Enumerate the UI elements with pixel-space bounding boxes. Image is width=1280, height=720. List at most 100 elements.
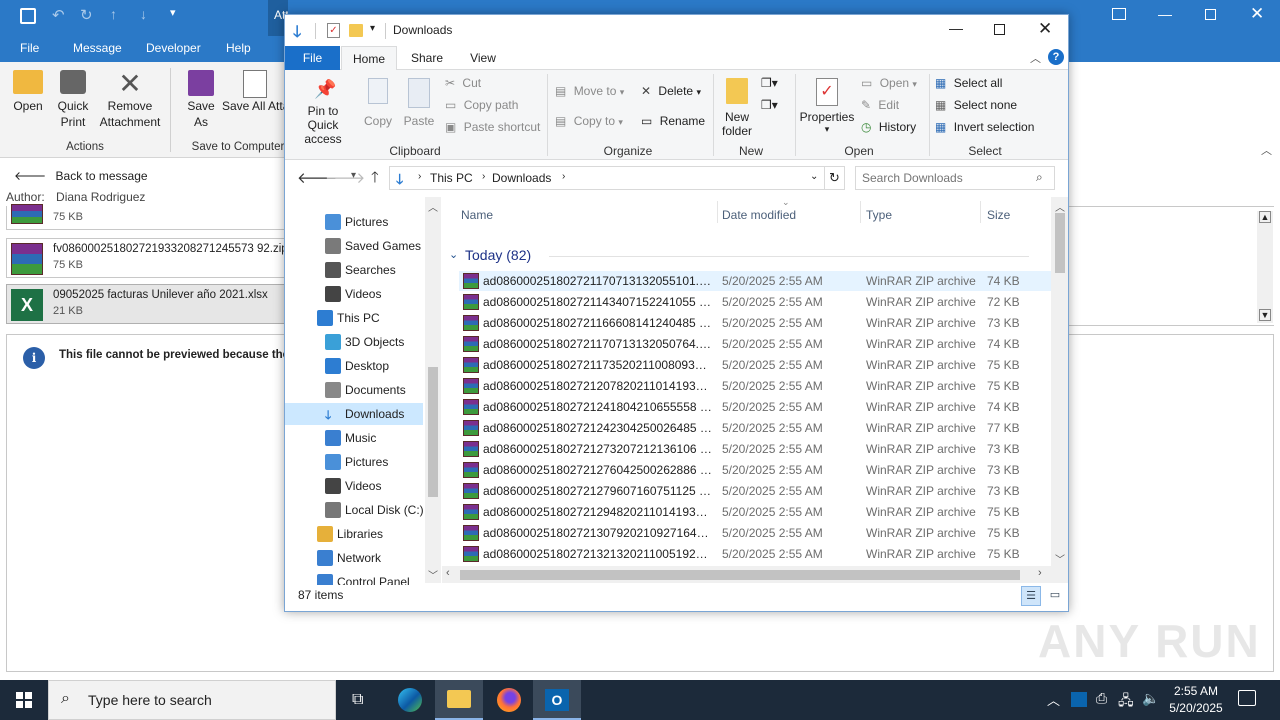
properties-check-icon[interactable]: ✓ [327, 23, 340, 38]
group-header[interactable]: ⌄ Today (82) [449, 246, 1029, 266]
file-row[interactable]: ad086000251802721241804210655558 57.zip 5… [459, 397, 1056, 417]
new-folder-button[interactable]: New folder [717, 78, 757, 138]
file-row[interactable]: ad086000251802721143407152241055 28.zip 5… [459, 292, 1056, 312]
nav-item-documents[interactable]: Documents [285, 379, 425, 401]
quick-print-button[interactable]: Quick Print [52, 70, 94, 130]
collapse-ribbon-icon[interactable]: ︿ [1261, 142, 1272, 158]
scroll-thumb[interactable] [428, 367, 438, 497]
file-row[interactable]: ad086000251802721166608141240485 82.zip 5… [459, 313, 1056, 333]
close-icon[interactable]: ✕ [1250, 4, 1264, 24]
rename-button[interactable]: ▭ Rename [641, 114, 705, 128]
nav-item-music[interactable]: Music [285, 427, 425, 449]
up-icon[interactable]: ↑ [110, 6, 117, 22]
nav-item-searches[interactable]: Searches [285, 259, 425, 281]
down-icon[interactable]: ↓ [140, 6, 147, 22]
file-row[interactable]: ad0860002518027212948202110141930557... 5… [459, 502, 1056, 522]
clock[interactable]: 2:55 AM 5/20/2025 [1164, 683, 1228, 717]
firefox-button[interactable] [484, 680, 532, 720]
customize-icon[interactable]: ▾ [170, 6, 176, 19]
column-name[interactable]: Name [461, 208, 493, 222]
nav-item-saved-games[interactable]: Saved Games [285, 235, 425, 257]
scroll-right-icon[interactable]: › [1038, 567, 1042, 579]
file-row[interactable]: ad0860002518027211735202110080936279... 5… [459, 355, 1056, 375]
outlook-tray-icon[interactable] [1071, 692, 1087, 707]
nav-item-videos[interactable]: Videos [285, 283, 425, 305]
paste-shortcut-button[interactable]: ▣ Paste shortcut [445, 120, 540, 134]
new-folder-small-icon[interactable] [349, 24, 363, 37]
file-row[interactable]: ad0860002518027213079202109271641118... 5… [459, 523, 1056, 543]
remove-attachment-button[interactable]: ✕ Remove Attachment [96, 70, 164, 130]
nav-item-local-disk-c[interactable]: Local Disk (C:) [285, 499, 425, 521]
delete-button[interactable]: ✕ Delete ▾ [641, 84, 701, 98]
help-icon[interactable]: ? [1048, 49, 1064, 65]
volume-icon[interactable]: 🔈 [1142, 690, 1159, 707]
recent-locations-icon[interactable]: ▾ [351, 170, 356, 181]
task-view-button[interactable]: ⧉ [336, 680, 384, 720]
nav-item-pictures[interactable]: Pictures [285, 211, 425, 233]
refresh-button[interactable]: ↻ [825, 166, 845, 190]
scroll-up-icon[interactable]: ︿ [1055, 199, 1065, 214]
open-button[interactable]: ▭ Open ▾ [861, 76, 917, 90]
nav-item-pictures[interactable]: Pictures [285, 451, 425, 473]
tab-file[interactable]: File [285, 46, 340, 70]
address-dropdown-icon[interactable]: ⌄ [810, 171, 818, 182]
qat-dropdown-icon[interactable]: ▾ [370, 23, 375, 34]
column-size[interactable]: Size [987, 208, 1010, 222]
file-row[interactable]: ad086000251802721242304250026485 24.zip 5… [459, 418, 1056, 438]
nav-item-network[interactable]: Network [285, 547, 425, 569]
scroll-down-icon[interactable]: ﹀ [1055, 551, 1065, 566]
tab-view[interactable]: View [457, 46, 509, 70]
file-row[interactable]: ad0860002518027212078202110141930558... 5… [459, 376, 1056, 396]
column-date-modified[interactable]: Date modified [722, 208, 796, 222]
taskbar-search-box[interactable]: ⌕ Type here to search [48, 680, 336, 720]
tab-share[interactable]: Share [401, 46, 453, 70]
maximize-icon[interactable] [1205, 9, 1216, 20]
breadcrumb-downloads[interactable]: Downloads [492, 171, 551, 185]
minimize-icon[interactable]: — [949, 20, 963, 36]
scroll-left-icon[interactable]: ‹ [446, 567, 450, 579]
save-all-button[interactable]: Save All Attachments [222, 70, 288, 114]
file-row[interactable]: ad0860002518027213213202110051925580... 5… [459, 544, 1056, 564]
outlook-button[interactable]: O [533, 680, 581, 720]
copy-button[interactable]: Copy [363, 78, 393, 128]
maximize-icon[interactable] [994, 24, 1005, 35]
collapse-ribbon-icon[interactable]: ︿ [1030, 50, 1041, 66]
search-input[interactable] [862, 170, 1032, 186]
copy-path-button[interactable]: ▭ Copy path [445, 98, 518, 112]
back-to-message-link[interactable]: 🡐 Back to message [14, 168, 148, 183]
tab-home[interactable]: Home [341, 46, 397, 71]
close-icon[interactable]: ✕ [1038, 19, 1052, 39]
address-bar[interactable]: 🡓 › This PC › Downloads › ⌄ [389, 166, 825, 190]
file-row[interactable]: ad086000251802721279607160751125 37.zip 5… [459, 481, 1056, 501]
scroll-thumb[interactable] [460, 570, 1020, 580]
breadcrumb-this-pc[interactable]: This PC [430, 171, 473, 185]
scroll-down-icon[interactable]: ﹀ [428, 567, 438, 582]
restore-ribbon-icon[interactable] [1112, 8, 1126, 20]
menu-developer[interactable]: Developer [146, 41, 201, 55]
vertical-scrollbar[interactable]: ▲ ▼ [1257, 211, 1273, 323]
file-row[interactable]: ad086000251802721170713132050764.zip 5/20… [459, 334, 1056, 354]
nav-item-desktop[interactable]: Desktop [285, 355, 425, 377]
file-row[interactable]: ad086000251802721276042500262886 2.zip 5/… [459, 460, 1056, 480]
pin-quick-access-button[interactable]: 📌 Pin to Quick access [291, 78, 355, 146]
scroll-up-icon[interactable]: ▲ [1259, 211, 1271, 223]
properties-button[interactable]: ✓ Properties ▾ [799, 78, 855, 135]
list-horizontal-scrollbar[interactable]: ‹ › [442, 566, 1051, 583]
history-button[interactable]: ◷ History [861, 120, 916, 134]
network-icon[interactable]: 🖧 [1118, 690, 1134, 714]
select-all-button[interactable]: ▦ Select all [935, 76, 1002, 90]
file-row[interactable]: ad086000251802721170713132055101.zip 5/20… [459, 271, 1056, 291]
easy-access-button[interactable]: ❒▾ [761, 98, 778, 112]
file-row[interactable]: ad086000251802721273207212136106 08.zip 5… [459, 439, 1056, 459]
menu-message[interactable]: Message [73, 41, 122, 55]
edge-button[interactable] [386, 680, 434, 720]
attachment-item[interactable]: fv086000251802721933208271245573 92.zip … [6, 238, 288, 278]
nav-item-this-pc[interactable]: This PC [285, 307, 425, 329]
select-none-button[interactable]: ▦ Select none [935, 98, 1017, 112]
nav-item-3d-objects[interactable]: 3D Objects [285, 331, 425, 353]
forward-icon[interactable]: 🡒 [325, 168, 365, 187]
scroll-down-icon[interactable]: ▼ [1259, 309, 1271, 321]
attachment-item-selected[interactable]: X 09052025 facturas Unilever año 2021.xl… [6, 284, 286, 324]
start-button[interactable] [0, 680, 48, 720]
nav-item-downloads[interactable]: 🡓 Downloads [285, 403, 423, 425]
